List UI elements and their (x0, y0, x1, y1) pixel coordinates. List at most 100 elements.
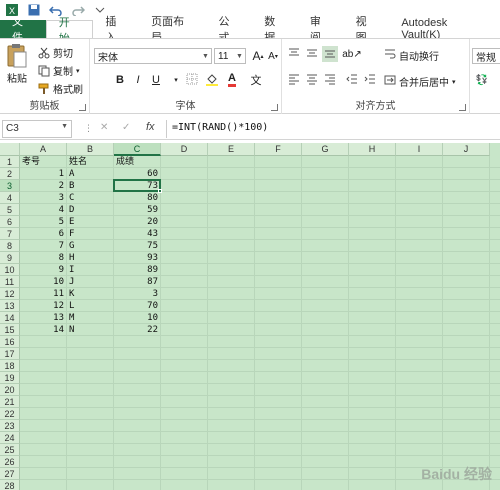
row-header[interactable]: 5 (0, 204, 20, 216)
align-left-button[interactable] (286, 72, 302, 88)
enter-icon[interactable]: ✓ (122, 122, 130, 133)
column-header-j[interactable]: J (443, 143, 490, 156)
tab-autodesk-vault[interactable]: Autodesk Vault(K) (389, 17, 500, 41)
row-header[interactable]: 20 (0, 384, 20, 396)
fill-color-button[interactable] (204, 72, 220, 88)
clipboard-launcher-icon[interactable] (79, 104, 86, 111)
align-right-button[interactable] (322, 72, 338, 88)
insert-function-icon[interactable]: fx (146, 121, 155, 133)
copy-button[interactable]: 复制 ▾ (38, 63, 80, 78)
row-header[interactable]: 3 (0, 180, 20, 192)
chevron-down-icon[interactable]: ▼ (200, 49, 211, 63)
table-cell[interactable]: 22 (114, 324, 158, 336)
tab-review[interactable]: 审阅 (298, 16, 344, 44)
tab-file[interactable]: 文件 (0, 16, 46, 44)
column-header-c[interactable]: C (114, 143, 161, 156)
table-cell[interactable]: 姓名 (69, 156, 87, 168)
italic-button[interactable]: I (130, 72, 146, 88)
table-cell[interactable]: 4 (20, 204, 64, 216)
column-header-i[interactable]: I (396, 143, 443, 156)
font-color-button[interactable]: A (224, 72, 240, 88)
table-cell[interactable]: 59 (114, 204, 158, 216)
bold-button[interactable]: B (112, 72, 128, 88)
accounting-format-button[interactable]: 💱 (474, 72, 490, 88)
alignment-launcher-icon[interactable] (459, 104, 466, 111)
chevron-down-icon[interactable]: ▼ (234, 49, 245, 63)
wrap-text-button[interactable]: 自动换行 (384, 48, 439, 63)
table-cell[interactable]: 1 (20, 168, 64, 180)
formula-bar-splitter[interactable]: ⋮ (84, 123, 93, 134)
font-size-combo[interactable]: 11 ▼ (214, 48, 246, 64)
cut-button[interactable]: 剪切 (38, 45, 73, 60)
tab-insert[interactable]: 插入 (93, 16, 139, 44)
row-header[interactable]: 14 (0, 312, 20, 324)
table-cell[interactable]: 70 (114, 300, 158, 312)
table-cell[interactable]: 5 (20, 216, 64, 228)
formula-input[interactable]: =INT(RAND()*100) (172, 122, 268, 133)
row-header[interactable]: 15 (0, 324, 20, 336)
table-cell[interactable]: 2 (20, 180, 64, 192)
row-header[interactable]: 11 (0, 276, 20, 288)
tab-home[interactable]: 开始 (45, 17, 94, 45)
table-cell[interactable]: E (69, 216, 74, 228)
column-header-b[interactable]: B (67, 143, 114, 156)
table-cell[interactable]: 80 (114, 192, 158, 204)
row-header[interactable]: 28 (0, 480, 20, 490)
orientation-button[interactable]: ab↗ (342, 46, 362, 62)
chevron-down-icon[interactable]: ▼ (61, 123, 68, 130)
row-header[interactable]: 18 (0, 360, 20, 372)
table-cell[interactable]: 93 (114, 252, 158, 264)
column-header-h[interactable]: H (349, 143, 396, 156)
row-header[interactable]: 2 (0, 168, 20, 180)
table-cell[interactable]: 8 (20, 252, 64, 264)
align-middle-button[interactable] (304, 46, 320, 62)
tab-data[interactable]: 数据 (252, 16, 298, 44)
table-cell[interactable]: G (69, 240, 74, 252)
worksheet-grid[interactable]: A B C D E F G H I J 1 2 3 4 5 6 7 8 9 10 11 12 13 14 15 16 17 18 19 2… (0, 143, 500, 490)
table-cell[interactable]: 14 (20, 324, 64, 336)
table-cell[interactable]: 10 (114, 312, 158, 324)
table-cell[interactable]: H (69, 252, 74, 264)
table-cell[interactable]: A (69, 168, 74, 180)
table-cell[interactable]: L (69, 300, 74, 312)
grow-font-button[interactable]: A ▴ (250, 48, 266, 64)
table-cell[interactable]: 3 (114, 288, 158, 300)
table-cell[interactable]: 75 (114, 240, 158, 252)
underline-button[interactable]: U (148, 72, 164, 88)
align-center-button[interactable] (304, 72, 320, 88)
row-header[interactable]: 26 (0, 456, 20, 468)
table-cell[interactable]: I (69, 264, 74, 276)
table-cell[interactable]: 考号 (22, 156, 40, 168)
borders-button[interactable] (184, 72, 200, 88)
table-cell[interactable]: 13 (20, 312, 64, 324)
number-format-combo[interactable]: 常规 (472, 48, 500, 64)
table-cell[interactable]: 89 (114, 264, 158, 276)
merge-center-button[interactable]: 合并后居中 ▾ (384, 74, 456, 89)
table-cell[interactable]: J (69, 276, 74, 288)
row-header[interactable]: 4 (0, 192, 20, 204)
table-cell[interactable]: C (69, 192, 74, 204)
table-cell[interactable]: 成绩 (116, 156, 134, 168)
column-header-a[interactable]: A (20, 143, 67, 156)
row-header[interactable]: 10 (0, 264, 20, 276)
row-header[interactable]: 23 (0, 420, 20, 432)
table-cell[interactable]: F (69, 228, 74, 240)
decrease-indent-button[interactable] (344, 72, 360, 88)
row-header[interactable]: 19 (0, 372, 20, 384)
table-cell[interactable]: K (69, 288, 74, 300)
table-cell[interactable]: M (69, 312, 74, 324)
font-launcher-icon[interactable] (271, 104, 278, 111)
table-cell[interactable]: 43 (114, 228, 158, 240)
tab-view[interactable]: 视图 (344, 16, 390, 44)
fill-handle[interactable] (158, 189, 162, 193)
shrink-font-button[interactable]: A ▾ (265, 48, 281, 64)
underline-dropdown[interactable]: ▾ (168, 72, 184, 88)
align-bottom-button[interactable] (322, 46, 338, 62)
table-cell[interactable]: 9 (20, 264, 64, 276)
cancel-icon[interactable]: ✕ (100, 122, 108, 133)
row-header[interactable]: 7 (0, 228, 20, 240)
table-cell[interactable]: 87 (114, 276, 158, 288)
chevron-down-icon[interactable]: ▾ (76, 67, 80, 75)
font-name-combo[interactable]: 宋体 ▼ (94, 48, 212, 64)
row-header[interactable]: 25 (0, 444, 20, 456)
